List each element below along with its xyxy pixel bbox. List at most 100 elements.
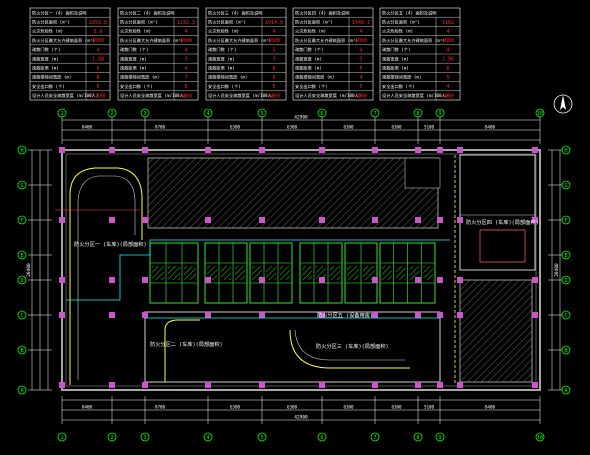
title-block-label: 疏散门数 (个) [382, 46, 411, 53]
zone-label-3: 防火分区三 (车库)(局部面积) [316, 342, 389, 350]
column [59, 277, 65, 283]
svg-text:8: 8 [416, 111, 419, 117]
title-block-label: 安全出口数 (个) [295, 83, 328, 90]
column [142, 217, 148, 223]
column [142, 312, 148, 318]
svg-text:1: 1 [60, 435, 63, 441]
title-block-value: 2.96 [442, 57, 454, 63]
title-block-value: 4 [359, 29, 362, 35]
column [372, 147, 378, 153]
axis-bubble-right-G: G [561, 180, 571, 190]
title-block-label: 设计人员安全疏散宽度 (m/100人) [120, 92, 186, 99]
svg-text:E: E [20, 253, 23, 259]
title-block-label: 安全出口数 (个) [382, 83, 415, 90]
axis-bubble-top-2: 2 [107, 108, 117, 118]
title-block-value: 1.88 [92, 57, 104, 63]
dim-label-top: 8400 [485, 125, 496, 130]
title-block-value: 4000 [442, 93, 454, 99]
title-block-4: 防火分区四 (4) 面积及说明防火分区面积 (m²) 1548.1 火灾危险性 (m… [292, 7, 374, 101]
svg-text:9: 9 [438, 111, 441, 117]
title-block-label: 安全出口数 (个) [120, 83, 153, 90]
title-block-label: 防火分区面积 (m²) [120, 19, 158, 26]
title-block-value: 1548.1 [352, 20, 370, 26]
dim-label-top: 8700 [155, 125, 166, 130]
dim-label-bottom: 8700 [155, 405, 166, 410]
parking-block [344, 242, 378, 304]
title-block-label: 疏散楼梯间宽度 (m) [120, 74, 159, 81]
title-block-value: 6 [96, 84, 99, 90]
title-block-label: 疏散宽度 (m) [32, 55, 59, 62]
svg-text:2: 2 [110, 435, 113, 441]
column [437, 217, 443, 223]
title-block-label: 防火分区最大允许建筑面积 (m²) [208, 37, 271, 44]
hatched-room-east [459, 279, 533, 383]
svg-text:H: H [20, 148, 23, 154]
overall-dim-right: 20400 [554, 263, 560, 277]
column [109, 312, 115, 318]
column [415, 382, 421, 388]
title-block-value: 5 [272, 75, 275, 81]
svg-text:5: 5 [260, 111, 263, 117]
svg-text:8: 8 [416, 435, 419, 441]
title-block-value: 5 [359, 66, 362, 72]
svg-text:C: C [20, 313, 23, 319]
dim-label-top: 6300 [287, 125, 298, 130]
ramp-south [164, 319, 410, 382]
column [437, 147, 443, 153]
parking-space [347, 266, 359, 280]
title-block-label: 火灾危险性 (m) [32, 28, 63, 35]
title-block-label: 防火分区最大允许建筑面积 (m²) [382, 37, 445, 44]
title-block-value: 5 [359, 84, 362, 90]
title-block-label: 疏散距离 (m) [382, 65, 409, 72]
title-block-label: 防火分区面积 (m²) [208, 19, 246, 26]
svg-text:7: 7 [373, 111, 376, 117]
title-block-value: 3 [184, 57, 187, 63]
axis-bubble-top-5: 5 [257, 108, 267, 118]
parking-space [395, 266, 406, 280]
axis-bubble-left-E: E [17, 250, 27, 260]
column [437, 382, 443, 388]
title-block-value: 4000 [92, 38, 104, 44]
column [59, 382, 65, 388]
dim-label-bottom: 6300 [230, 405, 241, 410]
svg-text:5: 5 [260, 435, 263, 441]
column [457, 217, 463, 223]
title-block-value: 4 [446, 47, 449, 53]
title-block-label: 疏散门数 (个) [295, 46, 324, 53]
title-block-label: 疏散楼梯间宽度 (m) [32, 74, 71, 81]
axis-bubble-right-A: A [561, 385, 571, 395]
title-block-value: 4 [184, 66, 187, 72]
title-block-value: 2253.8 [89, 20, 107, 26]
column [205, 277, 211, 283]
axis-bubble-left-F: F [17, 215, 27, 225]
title-block-value: 4 [446, 29, 449, 35]
title-block-label: 疏散宽度 (m) [382, 55, 409, 62]
column [415, 217, 421, 223]
dim-label-bottom: 8400 [82, 405, 93, 410]
title-block-value: 1914.0 [265, 20, 283, 26]
title-block-value: 5 [272, 84, 275, 90]
svg-text:1: 1 [60, 111, 63, 117]
dim-label-top: 6300 [391, 125, 402, 130]
svg-text:10: 10 [537, 435, 543, 441]
title-block-value: 4 [272, 29, 275, 35]
hatched-room-north-east [404, 157, 441, 189]
title-block-label: 火灾危险性 (m) [208, 28, 239, 35]
svg-text:A: A [20, 388, 23, 394]
axis-bubble-bottom-3: 3 [140, 432, 150, 442]
title-block-label: 疏散宽度 (m) [208, 55, 235, 62]
dim-label-bottom: 6300 [391, 405, 402, 410]
svg-text:3: 3 [143, 111, 146, 117]
column [109, 217, 115, 223]
title-block-value: 3 [359, 57, 362, 63]
title-block-value: 4000 [268, 93, 280, 99]
parking-space [221, 266, 231, 280]
title-block-label: 疏散门数 (个) [120, 46, 149, 53]
title-block-label: 防火分区面积 (m²) [295, 19, 333, 26]
column [142, 277, 148, 283]
column [319, 277, 325, 283]
parking-block [149, 242, 199, 304]
axis-bubble-top-1: 1 [57, 108, 67, 118]
axis-bubble-right-H: H [561, 145, 571, 155]
axis-bubble-right-E: E [561, 250, 571, 260]
